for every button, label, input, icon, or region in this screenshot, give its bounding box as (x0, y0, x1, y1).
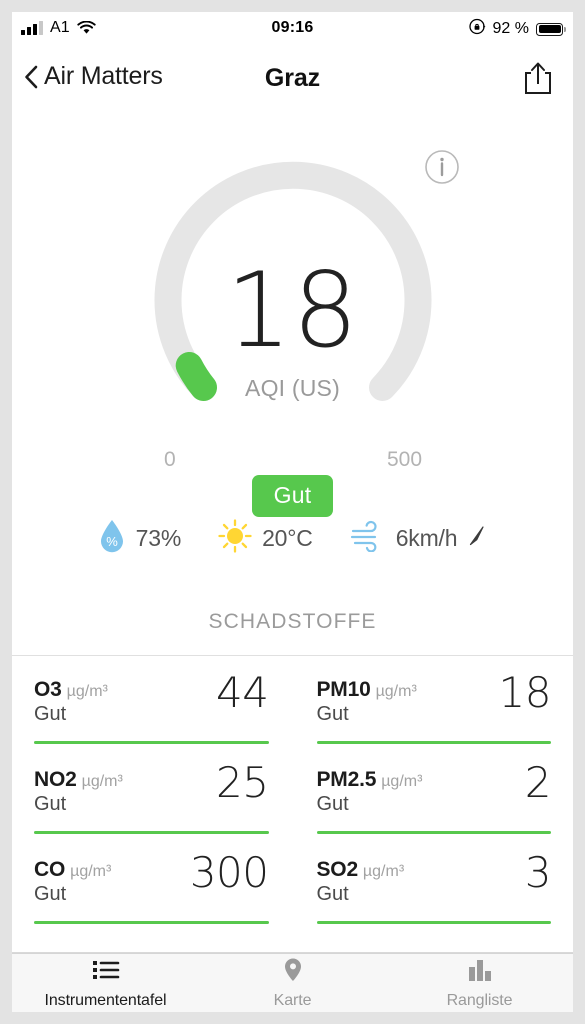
pollutant-cell-co[interactable]: CO µg/m³ Gut 300 (34, 836, 293, 926)
pollutant-level-bar (34, 741, 269, 744)
pollutant-status: Gut (316, 793, 349, 815)
pollutant-value: 44 (216, 668, 269, 717)
pollutant-unit: µg/m³ (70, 863, 112, 880)
tab-ranking[interactable]: Rangliste (386, 954, 573, 1012)
gauge-scale-min: 0 (164, 448, 176, 471)
tab-dashboard[interactable]: Instrumententafel (12, 954, 199, 1012)
pollutant-name: PM10 (316, 678, 371, 701)
pollutant-unit: µg/m³ (81, 773, 123, 790)
pollutant-value: 3 (524, 848, 552, 897)
status-badge: Gut (12, 475, 573, 517)
aqi-gauge: 18 AQI (US) 0 500 Gut (12, 130, 573, 517)
pollutant-unit: µg/m³ (66, 683, 108, 700)
battery-percent-label: 92 % (492, 20, 529, 37)
share-button[interactable] (521, 60, 555, 98)
pollutant-cell-o3[interactable]: O3 µg/m³ Gut 44 (34, 656, 293, 746)
app-screen: A1 09:16 92 % Air Matters Graz 18 AQI (U… (12, 12, 573, 1012)
map-pin-icon (282, 957, 304, 988)
page-title: Graz (264, 64, 321, 92)
section-title: SCHADSTOFFE (208, 610, 377, 633)
pollutant-cell-pm10[interactable]: PM10 µg/m³ Gut 18 (293, 656, 552, 746)
status-badge-label[interactable]: Gut (251, 475, 334, 517)
pollutants-grid: O3 µg/m³ Gut 44 PM10 µg/m³ Gut 18 NO2 µg… (12, 656, 573, 926)
wind-item: 6km/h (349, 520, 489, 557)
pollutant-value: 300 (189, 848, 269, 897)
navigation-arrow-icon (466, 524, 488, 553)
pollutant-cell-pm25[interactable]: PM2.5 µg/m³ Gut 2 (293, 746, 552, 836)
aqi-unit-label: AQI (US) (245, 375, 340, 401)
pollutant-unit: µg/m³ (362, 863, 405, 880)
pollutant-level-bar (316, 741, 551, 744)
battery-icon (536, 22, 566, 36)
pollutant-value: 2 (524, 758, 552, 807)
pollutant-level-bar (34, 921, 269, 924)
humidity-drop-icon: % (97, 518, 127, 559)
pollutant-name: CO (34, 858, 66, 881)
rotation-lock-icon (468, 18, 486, 40)
pollutant-cell-so2[interactable]: SO2 µg/m³ Gut 3 (293, 836, 552, 926)
phone-frame: A1 09:16 92 % Air Matters Graz 18 AQI (U… (0, 0, 585, 1024)
temperature-value: 20°C (262, 525, 313, 551)
pollutant-value: 25 (216, 758, 269, 807)
weather-row: % 73% 20°C 6km/h (12, 518, 573, 559)
pollutant-value: 18 (498, 668, 552, 717)
pollutants-card: O3 µg/m³ Gut 44 PM10 µg/m³ Gut 18 NO2 µg… (12, 656, 573, 953)
tab-label: Instrumententafel (44, 991, 167, 1009)
pollutant-name: PM2.5 (316, 768, 377, 791)
tab-bar: Instrumententafel Karte Rangliste (12, 953, 573, 1012)
bar-chart-icon (466, 957, 494, 988)
pollutant-name: NO2 (34, 768, 77, 791)
pollutant-level-bar (316, 921, 551, 924)
pollutant-unit: µg/m³ (381, 773, 423, 790)
pollutant-name: O3 (34, 678, 62, 701)
tab-map[interactable]: Karte (199, 954, 386, 1012)
tab-label: Rangliste (446, 991, 513, 1009)
temperature-item: 20°C (217, 518, 313, 559)
navigation-bar: Air Matters Graz (12, 48, 573, 110)
sun-icon (217, 518, 253, 559)
status-bar: A1 09:16 92 % (12, 12, 573, 48)
pollutant-level-bar (316, 831, 551, 834)
pollutant-heading: SO2 µg/m³ (317, 858, 552, 882)
list-icon (91, 957, 121, 988)
status-bar-right: 92 % (468, 18, 566, 40)
pollutant-name: SO2 (316, 858, 359, 881)
pollutant-unit: µg/m³ (375, 683, 417, 700)
wind-icon (349, 520, 387, 557)
pollutant-level-bar (34, 831, 269, 834)
aqi-card: 18 AQI (US) 0 500 Gut % 73% 20°C 6km/h S… (12, 110, 573, 656)
gauge-scale-max: 500 (387, 448, 423, 471)
share-icon (525, 62, 551, 94)
humidity-value: 73% (135, 525, 182, 551)
tab-label: Karte (273, 991, 312, 1009)
pollutant-heading: PM2.5 µg/m³ (317, 768, 552, 792)
pollutant-cell-no2[interactable]: NO2 µg/m³ Gut 25 (34, 746, 293, 836)
humidity-item: % 73% (97, 518, 181, 559)
wind-value: 6km/h (395, 525, 458, 551)
pollutant-status: Gut (316, 883, 349, 905)
svg-text:%: % (106, 534, 118, 549)
aqi-value: 18 (225, 251, 360, 371)
